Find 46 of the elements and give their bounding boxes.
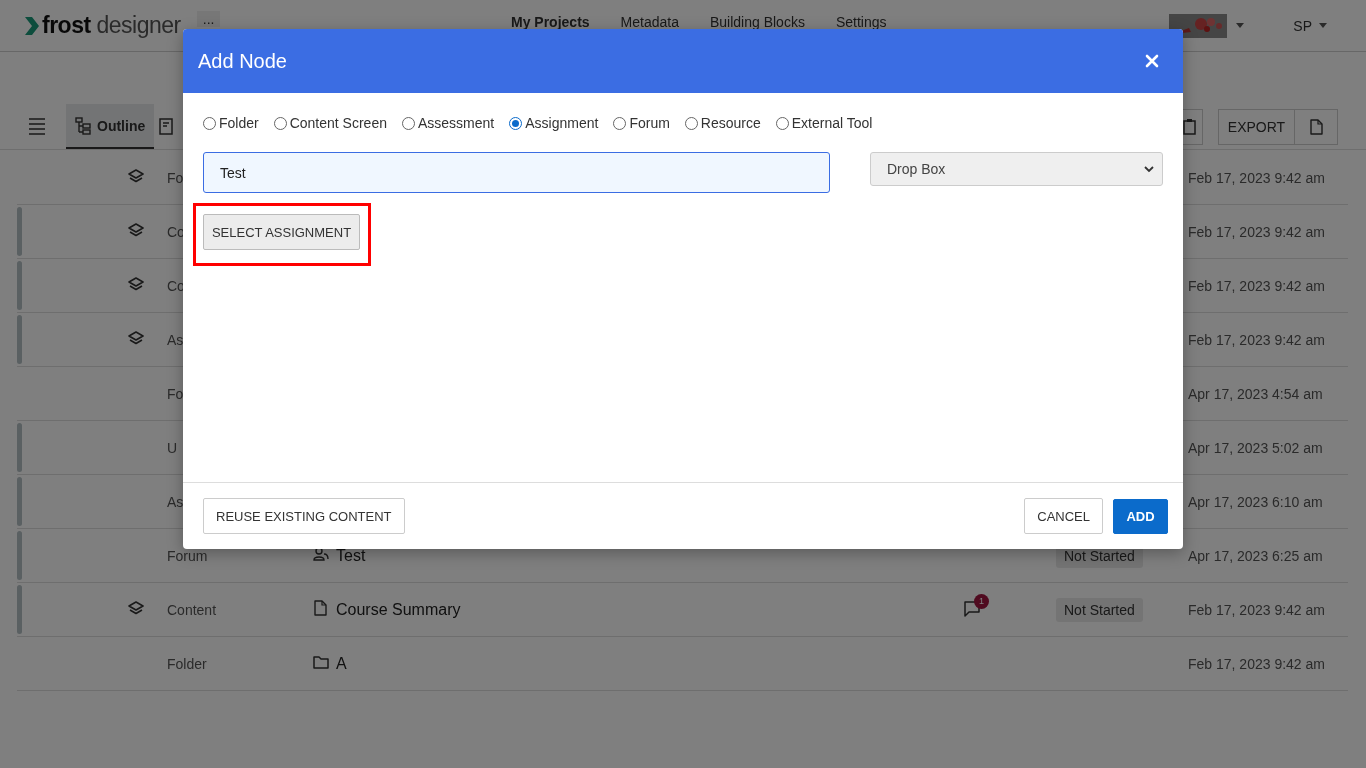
- nav-link[interactable]: Metadata: [620, 13, 679, 30]
- date-text: Feb 17, 2023 9:42 am: [1188, 601, 1325, 618]
- nav-link[interactable]: Building Blocks: [709, 13, 805, 30]
- radio-label[interactable]: Resource: [700, 115, 761, 131]
- nav-link[interactable]: My Projects: [511, 13, 590, 30]
- date-text: Feb 17, 2023 9:42 am: [1188, 169, 1325, 186]
- radio-label[interactable]: Assignment: [525, 115, 599, 131]
- radio-label[interactable]: Content Screen: [289, 115, 387, 131]
- dialog-title: Add Node: [198, 49, 287, 73]
- date-text: Apr 17, 2023 6:25 am: [1188, 547, 1323, 564]
- count-badge: 1: [974, 593, 989, 609]
- select-assignment-button[interactable]: SELECT ASSIGNMENT: [203, 214, 360, 250]
- cancel-button[interactable]: CANCEL: [1024, 498, 1103, 534]
- title-link[interactable]: Test: [336, 546, 366, 564]
- title-link[interactable]: A: [336, 654, 347, 672]
- date-text: Feb 17, 2023 9:42 am: [1188, 277, 1325, 294]
- reuse-content-button[interactable]: REUSE EXISTING CONTENT: [203, 498, 405, 534]
- user-menu[interactable]: SP: [1287, 16, 1334, 35]
- outline-tab[interactable]: Outline: [66, 104, 155, 149]
- type-text: Fo: [167, 169, 184, 186]
- type-text: Forum: [167, 547, 208, 564]
- type-text: Content: [167, 601, 217, 618]
- radio-label[interactable]: External Tool: [791, 115, 873, 131]
- type-text: As: [167, 493, 184, 510]
- type-text: As: [167, 331, 184, 348]
- logo-text: frost designer: [42, 12, 181, 39]
- more-button[interactable]: ...: [196, 10, 221, 27]
- radio-label[interactable]: Forum: [629, 115, 670, 131]
- title-link[interactable]: Course Summary: [336, 600, 461, 618]
- nav-link[interactable]: Settings: [835, 13, 887, 30]
- date-text: Feb 17, 2023 9:42 am: [1188, 331, 1325, 348]
- date-text: Feb 17, 2023 9:42 am: [1188, 655, 1325, 672]
- date-text: Apr 17, 2023 4:54 am: [1188, 385, 1323, 402]
- type-dropdown[interactable]: Drop Box: [870, 152, 1163, 186]
- date-text: Apr 17, 2023 5:02 am: [1188, 439, 1323, 456]
- name-field[interactable]: Test: [203, 152, 830, 193]
- status-tag: Not Started: [1056, 597, 1143, 622]
- type-text: Fo: [167, 385, 184, 402]
- type-text: U: [167, 439, 178, 456]
- radio-label[interactable]: Assessment: [418, 115, 495, 131]
- export-button[interactable]: EXPORT: [1218, 108, 1295, 145]
- type-text: Folder: [167, 655, 207, 672]
- add-button[interactable]: ADD: [1113, 498, 1168, 534]
- date-text: Apr 17, 2023 6:10 am: [1188, 493, 1323, 510]
- date-text: Feb 17, 2023 9:42 am: [1188, 223, 1325, 240]
- radio-label[interactable]: Folder: [219, 115, 259, 131]
